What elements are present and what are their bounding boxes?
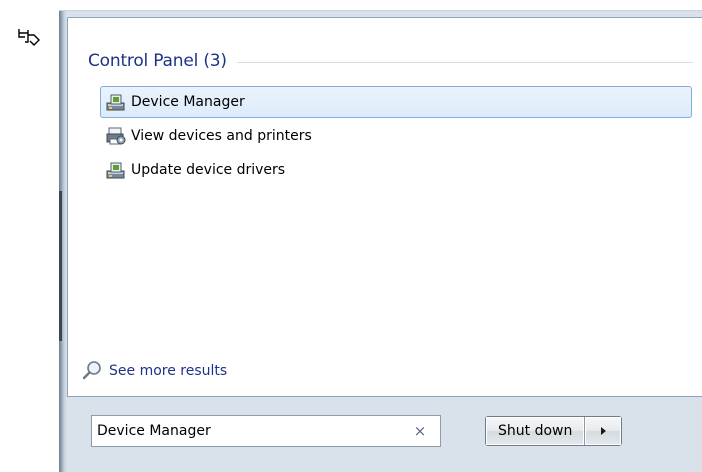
clear-search-icon[interactable]: ×: [412, 423, 428, 439]
devices-printers-icon: [106, 127, 126, 145]
device-manager-icon: [106, 94, 125, 111]
result-label: View devices and printers: [131, 128, 312, 144]
search-input[interactable]: [92, 416, 399, 446]
search-icon: [82, 361, 101, 380]
result-label: Device Manager: [131, 94, 245, 110]
result-label: Update device drivers: [131, 162, 286, 178]
group-divider: [236, 62, 693, 63]
search-results-panel: Control Panel (3) Device Manager View de…: [67, 17, 702, 397]
see-more-results-link[interactable]: See more results: [81, 360, 227, 382]
shutdown-group: Shut down: [485, 416, 623, 446]
control-panel-group-header: Control Panel (3): [88, 51, 693, 71]
start-menu-bottom-bar: × Shut down: [67, 397, 702, 472]
group-title: Control Panel (3): [88, 51, 227, 71]
screen: Control Panel (3) Device Manager View de…: [0, 0, 702, 472]
device-manager-icon: [106, 162, 125, 179]
result-view-devices-printers[interactable]: View devices and printers: [100, 120, 692, 152]
shutdown-button[interactable]: Shut down: [486, 417, 586, 445]
shutdown-options-button[interactable]: [585, 417, 621, 445]
search-box[interactable]: ×: [91, 415, 441, 447]
right-arrow-icon: [601, 427, 607, 435]
result-update-device-drivers[interactable]: Update device drivers: [100, 154, 692, 186]
see-more-label: See more results: [109, 363, 228, 379]
frame-shadow: [59, 191, 62, 341]
cursor-glyph-icon: [18, 29, 40, 46]
result-device-manager[interactable]: Device Manager: [100, 86, 692, 118]
